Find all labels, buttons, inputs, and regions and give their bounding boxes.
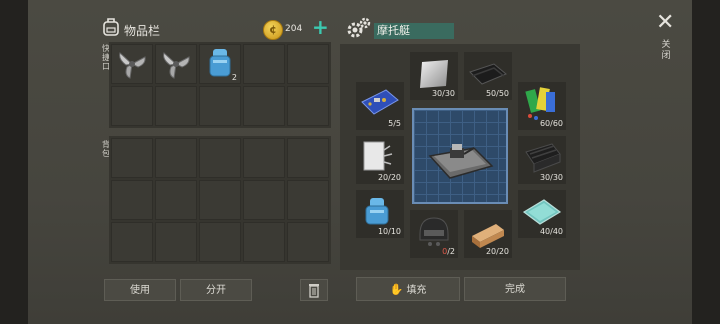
fill-button[interactable]: ✋ 填充 bbox=[356, 277, 460, 301]
backpack-slot[interactable] bbox=[287, 180, 329, 220]
backpack-slot[interactable] bbox=[155, 180, 197, 220]
quick-slot[interactable] bbox=[287, 44, 329, 84]
coin-icon: ¢ bbox=[263, 20, 283, 40]
backpack-slot[interactable] bbox=[199, 138, 241, 178]
right-dark-border bbox=[692, 0, 720, 324]
propeller-icon bbox=[112, 45, 152, 83]
propeller-icon bbox=[156, 45, 196, 83]
backpack-slot[interactable] bbox=[243, 222, 285, 262]
quick-slot[interactable]: 2 bbox=[199, 44, 241, 84]
delete-button[interactable] bbox=[300, 279, 328, 301]
backpack-slot[interactable] bbox=[111, 138, 153, 178]
ingredient-fabric[interactable]: 20/20 bbox=[356, 136, 404, 184]
ingredient-fuel-tank[interactable]: 10/10 bbox=[356, 190, 404, 238]
backpack-slot[interactable] bbox=[155, 222, 197, 262]
backpack-slot[interactable] bbox=[243, 138, 285, 178]
backpack-slot[interactable] bbox=[287, 138, 329, 178]
quick-slot[interactable] bbox=[111, 86, 153, 126]
ingredient-glass[interactable]: 40/40 bbox=[518, 190, 566, 238]
split-button[interactable]: 分开 bbox=[180, 279, 252, 301]
ingredient-count: 60/60 bbox=[539, 119, 563, 128]
ingredient-count: 5/5 bbox=[388, 119, 401, 128]
ingredient-helmet[interactable]: 0/2 bbox=[410, 210, 458, 258]
ingredient-count: 30/30 bbox=[539, 173, 563, 182]
backpack-slot[interactable] bbox=[243, 180, 285, 220]
done-button[interactable]: 完成 bbox=[464, 277, 566, 301]
ingredient-count: 40/40 bbox=[539, 227, 563, 236]
ingredient-count: 50/50 bbox=[485, 89, 509, 98]
use-button[interactable]: 使用 bbox=[104, 279, 176, 301]
backpack-slot[interactable] bbox=[287, 222, 329, 262]
ingredient-circuit-board[interactable]: 5/5 bbox=[356, 82, 404, 130]
trash-icon bbox=[309, 284, 319, 298]
quick-slot[interactable] bbox=[243, 86, 285, 126]
backpack-slot[interactable] bbox=[155, 138, 197, 178]
backpack-slot[interactable] bbox=[111, 180, 153, 220]
ingredient-paint[interactable]: 60/60 bbox=[518, 82, 566, 130]
ingredient-wood-plank[interactable]: 20/20 bbox=[464, 210, 512, 258]
crafting-panel: 30/30 50/50 5/5 60/60 20/20 30/30 10/10 … bbox=[340, 44, 580, 270]
quick-slot[interactable] bbox=[287, 86, 329, 126]
gears-icon bbox=[347, 17, 371, 38]
ingredient-count: 10/10 bbox=[377, 227, 401, 236]
craft-target-name: 摩托艇 bbox=[374, 23, 454, 39]
fill-button-label: 填充 bbox=[406, 285, 427, 296]
add-coins-button[interactable]: + bbox=[312, 17, 329, 37]
ingredient-rubber[interactable]: 50/50 bbox=[464, 52, 512, 100]
close-button[interactable]: ✕ bbox=[656, 12, 674, 34]
coin-count: 204 bbox=[285, 24, 303, 34]
backpack-slot[interactable] bbox=[199, 180, 241, 220]
hand-icon: ✋ bbox=[389, 283, 404, 296]
quick-slot[interactable] bbox=[199, 86, 241, 126]
ingredient-count: 30/30 bbox=[431, 89, 455, 98]
quick-slot[interactable] bbox=[243, 44, 285, 84]
left-dark-border bbox=[0, 0, 28, 324]
backpack-grid bbox=[109, 136, 331, 264]
quick-slot[interactable] bbox=[155, 86, 197, 126]
quick-slot[interactable] bbox=[155, 44, 197, 84]
ingredient-count: 20/20 bbox=[485, 247, 509, 256]
crafting-result-slot[interactable] bbox=[412, 108, 508, 204]
ingredient-steel-plate[interactable]: 30/30 bbox=[518, 136, 566, 184]
backpack-slot[interactable] bbox=[111, 222, 153, 262]
backpack-slot[interactable] bbox=[199, 222, 241, 262]
motorboat-icon bbox=[428, 144, 494, 179]
ingredient-metal-sheet[interactable]: 30/30 bbox=[410, 52, 458, 100]
backpack-icon bbox=[103, 18, 119, 36]
item-count: 2 bbox=[231, 73, 237, 82]
required-count: /2 bbox=[447, 247, 455, 256]
ingredient-count: 0/2 bbox=[442, 247, 455, 256]
ingredient-count: 20/20 bbox=[377, 173, 401, 182]
quick-slot[interactable] bbox=[111, 44, 153, 84]
quick-slot-grid: 2 bbox=[109, 42, 331, 128]
inventory-title: 物品栏 bbox=[124, 24, 161, 38]
close-label: 关闭 bbox=[661, 40, 671, 61]
